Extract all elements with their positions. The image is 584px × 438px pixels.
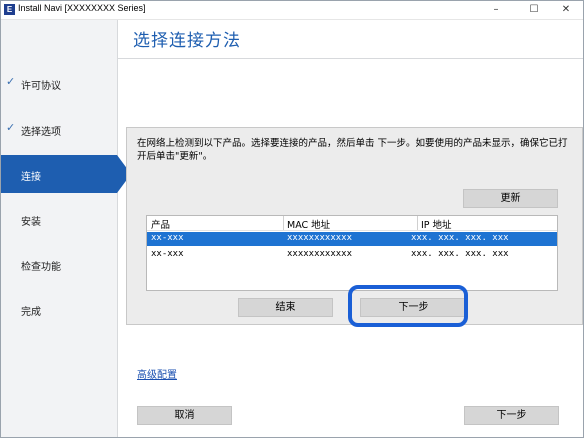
ip-cell: xxx. xxx. xxx. xxx	[411, 233, 509, 243]
product-cell: xx-xxx	[151, 233, 184, 243]
list-header: 产品 MAC 地址 IP 地址	[147, 216, 557, 231]
column-header-ip: IP 地址	[421, 220, 452, 231]
main-content: 选择连接方法 在网络上检测到以下产品。选择要连接的产品，然后单击 下一步。如要使…	[118, 20, 583, 437]
product-cell: xx-xxx	[151, 249, 184, 259]
sidebar-item-label: 许可协议	[21, 81, 61, 92]
app-icon: E	[4, 4, 15, 15]
app-window: E Install Navi [XXXXXXXX Series] – ☐ ✕ ✓…	[0, 0, 584, 438]
page-title: 选择连接方法	[133, 31, 241, 51]
column-divider	[417, 216, 418, 230]
title-bar: E Install Navi [XXXXXXXX Series] – ☐ ✕	[1, 1, 583, 20]
title-divider	[118, 58, 583, 59]
check-icon: ✓	[6, 75, 16, 88]
refresh-button[interactable]: 更新	[463, 189, 558, 208]
cancel-button[interactable]: 取消	[137, 406, 232, 425]
list-item[interactable]: xx-xxx xxxxxxxxxxxx xxx. xxx. xxx. xxx	[147, 232, 557, 246]
next-button-highlight	[348, 285, 468, 327]
sidebar-item-label: 检查功能	[21, 262, 61, 273]
footer-next-button[interactable]: 下一步	[464, 406, 559, 425]
sidebar-item-check: 检查功能	[1, 245, 117, 283]
check-icon: ✓	[6, 121, 16, 134]
device-list[interactable]: 产品 MAC 地址 IP 地址 xx-xxx xxxxxxxxxxxx xxx.…	[146, 215, 558, 291]
sidebar-item-label: 连接	[21, 172, 41, 183]
close-button[interactable]: ✕	[549, 1, 583, 19]
list-item[interactable]: xx-xxx xxxxxxxxxxxx xxx. xxx. xxx. xxx	[147, 248, 557, 262]
mac-cell: xxxxxxxxxxxx	[287, 233, 353, 243]
sidebar-item-finish: 完成	[1, 290, 117, 328]
sidebar-item-license: ✓ 许可协议	[1, 64, 117, 102]
advanced-config-link[interactable]: 高级配置	[137, 366, 177, 381]
column-divider	[283, 216, 284, 230]
sidebar-item-connect: 连接	[1, 155, 131, 193]
sidebar-item-install: 安装	[1, 200, 117, 238]
column-header-product: 产品	[151, 220, 171, 231]
minimize-button[interactable]: –	[479, 1, 513, 19]
sidebar-item-label: 完成	[21, 307, 41, 318]
column-header-mac: MAC 地址	[287, 220, 331, 231]
ip-cell: xxx. xxx. xxx. xxx	[411, 249, 509, 259]
mac-cell: xxxxxxxxxxxx	[287, 249, 353, 259]
sidebar-item-label: 安装	[21, 217, 41, 228]
window-title: Install Navi [XXXXXXXX Series]	[18, 3, 146, 13]
maximize-button[interactable]: ☐	[517, 1, 551, 19]
sidebar: ✓ 许可协议 ✓ 选择选项 连接 安装 检查功能 完成	[1, 20, 131, 437]
sidebar-item-options: ✓ 选择选项	[1, 110, 117, 148]
sidebar-item-label: 选择选项	[21, 127, 61, 138]
end-button[interactable]: 结束	[238, 298, 333, 317]
instruction-text: 在网络上检测到以下产品。选择要连接的产品，然后单击 下一步。如要使用的产品未显示…	[137, 138, 568, 162]
